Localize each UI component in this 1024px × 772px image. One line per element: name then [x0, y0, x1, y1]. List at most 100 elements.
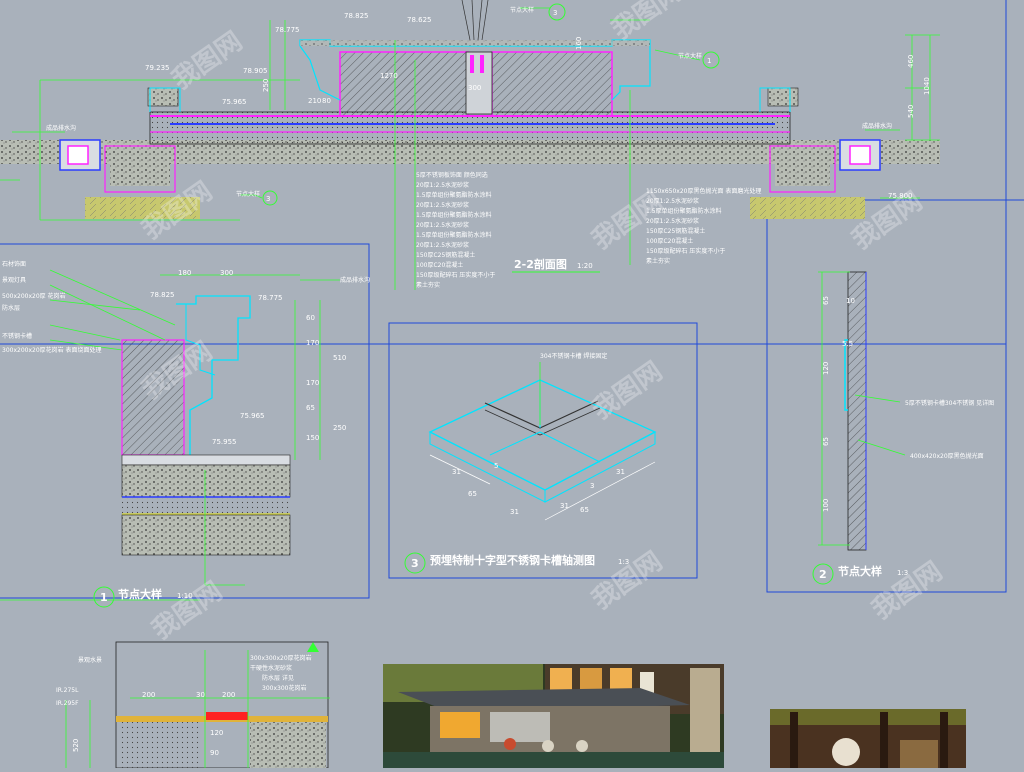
- callout-circle-3b: 3: [548, 3, 566, 21]
- drawing-label: 1.5厚单组份聚氨酯防水涂料: [416, 191, 492, 199]
- drawing-label: 78.825: [150, 291, 175, 299]
- section-2-2: 78.825 78.625 78.775 79.235 78.905 75.96…: [0, 0, 940, 290]
- drawing-label: 150厚级配碎石 压实度不小于: [646, 247, 725, 255]
- drawing-label: 31: [616, 468, 625, 476]
- cad-drawing-sheet: 78.825 78.625 78.775 79.235 78.905 75.96…: [0, 0, 1024, 769]
- callout-label-1: 节点大样: [678, 52, 702, 60]
- drawing-label: 150: [306, 434, 319, 442]
- callout-label-2: 节点大样: [510, 6, 534, 14]
- drawing-label: 不锈钢卡槽: [2, 332, 32, 340]
- drawing-label: 5厚不锈钢板饰面 颜色同选: [416, 171, 488, 179]
- drawing-label: 31: [510, 508, 519, 516]
- drawing-label: 1.5厚单组份聚氨酯防水涂料: [416, 211, 492, 219]
- drawing-label: 3: [553, 9, 557, 17]
- drawing-label: 65: [822, 437, 830, 446]
- dim-160: 160: [575, 37, 583, 50]
- drawing-label: 我图网: [167, 26, 248, 95]
- drawing-label: 75.965: [240, 412, 265, 420]
- detail-2: 65 10 5.5 120 65 100 5厚不锈钢卡槽304不锈钢 见详图 4…: [812, 271, 994, 585]
- dim-80: 80: [322, 97, 331, 105]
- detail-2-badge: 2: [812, 563, 834, 585]
- drawing-label: 510: [333, 354, 346, 362]
- rendering-photo-pavilion: [383, 664, 724, 768]
- callout-circle-3: 3: [262, 190, 278, 206]
- drawing-label: 170: [306, 339, 319, 347]
- drawing-label: 我图网: [147, 576, 228, 645]
- drawing-label: 3: [590, 482, 594, 490]
- drawing-label: 200: [222, 691, 235, 699]
- soil-right: [750, 197, 865, 219]
- dim-540: 540: [907, 105, 915, 118]
- elev-b: 78.625: [407, 16, 432, 24]
- drawing-label: 75.955: [212, 438, 237, 446]
- rendering-photo-terrace: [770, 709, 966, 768]
- pool-block-right: [491, 51, 613, 117]
- drawing-label: 5: [494, 462, 498, 470]
- drawing-label: 200: [142, 691, 155, 699]
- drawing-label: 10: [846, 297, 855, 305]
- dim-250: 250: [262, 79, 270, 92]
- drawing-label: 成品排水沟: [340, 276, 370, 284]
- elev-c: 78.775: [275, 26, 300, 34]
- elev-e: 78.905: [243, 67, 268, 75]
- detail-3-badge: 3: [404, 552, 426, 574]
- drawing-label: 100: [822, 499, 830, 512]
- drawing-label: 300x300x20厚花岗岩: [250, 654, 312, 662]
- drawing-label: 1: [100, 591, 108, 604]
- drawing-label: 防水层: [2, 304, 20, 312]
- detail-1-badge: 1: [93, 586, 115, 608]
- drawing-label: 31: [452, 468, 461, 476]
- detail-1: 180 300 60 170 170 65 150 510 250 78.825…: [0, 260, 370, 608]
- drawing-label: 150厚级配碎石 压实度不小于: [416, 271, 495, 279]
- drawing-label: 1150x650x20厚黑色抛光面 表面磨光处理: [646, 187, 761, 195]
- drawing-label: 20厚1:2.5水泥砂浆: [416, 221, 469, 229]
- callout-circle-1: 1: [702, 51, 720, 69]
- drawing-label: 1: [707, 57, 711, 65]
- drawing-label: 180: [178, 269, 191, 277]
- drawing-label: 120: [210, 729, 223, 737]
- drawing-label: 1.5厚单组份聚氨酯防水涂料: [416, 231, 492, 239]
- drawing-label: 2: [819, 568, 827, 581]
- section-title: 2-2剖面图: [514, 257, 567, 271]
- drawing-label: 素土夯实: [416, 281, 440, 289]
- drawing-label: 65: [822, 296, 830, 305]
- fountain-jet: [461, 0, 489, 41]
- drawing-label: 5.5: [842, 340, 853, 348]
- drawing-label: 我图网: [607, 0, 688, 46]
- drawing-label: 石材饰面: [2, 260, 26, 268]
- elev-a: 78.825: [344, 12, 369, 20]
- drawing-label: 300x300花岗岩: [262, 684, 306, 692]
- detail-3-title: 预埋特制十字型不锈钢卡槽轴测图: [430, 553, 595, 567]
- elev-f: 75.965: [222, 98, 247, 106]
- callout-label-3: 节点大样: [236, 190, 260, 198]
- pool-block-left: [339, 51, 469, 117]
- drawing-label: 65: [468, 490, 477, 498]
- dim-1040: 1040: [923, 77, 931, 95]
- dim-300: 300: [468, 84, 481, 92]
- drawing-label: 防水层 详见: [262, 674, 294, 682]
- detail-1-title: 节点大样: [118, 587, 162, 601]
- drawing-label: 300: [220, 269, 233, 277]
- drawing-label: 520: [72, 739, 80, 752]
- drawing-label: IR.275L: [56, 687, 79, 694]
- drawing-label: 景观水景: [78, 656, 102, 664]
- dim-210: 210: [308, 97, 321, 105]
- drawing-label: 400x420x20厚黑色抛光面: [910, 452, 984, 460]
- drawing-label: 250: [333, 424, 346, 432]
- detail-3-note: 304不锈钢卡槽 焊接固定: [540, 352, 607, 360]
- drawing-label: 30: [196, 691, 205, 699]
- section-scale: 1:20: [577, 262, 593, 270]
- drawing-label: 65: [306, 404, 315, 412]
- drawing-label: 5厚不锈钢卡槽304不锈钢 见详图: [905, 399, 994, 407]
- drawing-label: 3: [411, 557, 419, 570]
- drawing-label: 150厚C25钢筋混凝土: [646, 227, 705, 235]
- drawing-label: 干硬性水泥砂浆: [250, 664, 292, 672]
- drain-label-right: 成品排水沟: [862, 122, 892, 130]
- drawing-label: 90: [210, 749, 219, 757]
- drawing-label: 150厚C25钢筋混凝土: [416, 251, 475, 259]
- layer-notes-left: 5厚不锈钢板饰面 颜色同选 20厚1:2.5水泥砂浆 1.5厚单组份聚氨酯防水涂…: [416, 171, 495, 289]
- drawing-label: 100厚C20混凝土: [416, 261, 463, 269]
- drawing-label: 300x200x20厚花岗岩 表面烧面处理: [2, 346, 102, 354]
- drawing-label: 100厚C20混凝土: [646, 237, 693, 245]
- drain-label-left: 成品排水沟: [46, 124, 76, 132]
